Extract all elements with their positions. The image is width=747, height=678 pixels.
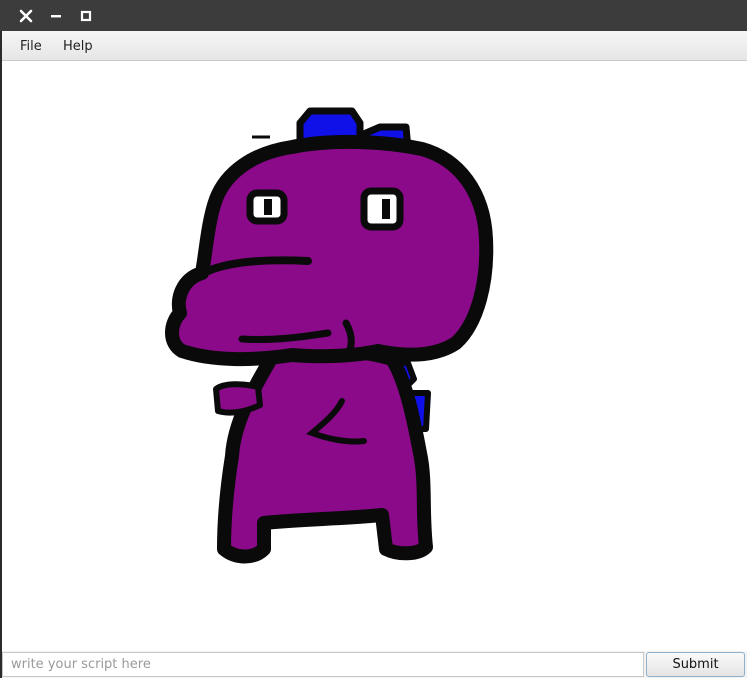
menu-help[interactable]: Help [63, 39, 93, 54]
title-bar [0, 0, 747, 31]
maximize-button[interactable] [75, 5, 97, 27]
menu-bar: File Help [0, 31, 747, 61]
submit-button[interactable]: Submit [646, 652, 745, 677]
menu-file[interactable]: File [20, 39, 42, 54]
dinosaur-drawing [165, 107, 494, 564]
close-icon [19, 9, 33, 23]
close-button[interactable] [15, 5, 37, 27]
minimize-button[interactable] [45, 5, 67, 27]
minimize-icon [51, 15, 61, 18]
drawing-canvas[interactable] [2, 61, 747, 651]
script-input[interactable] [2, 652, 644, 677]
maximize-icon [80, 10, 92, 22]
script-bar: Submit [2, 651, 747, 678]
